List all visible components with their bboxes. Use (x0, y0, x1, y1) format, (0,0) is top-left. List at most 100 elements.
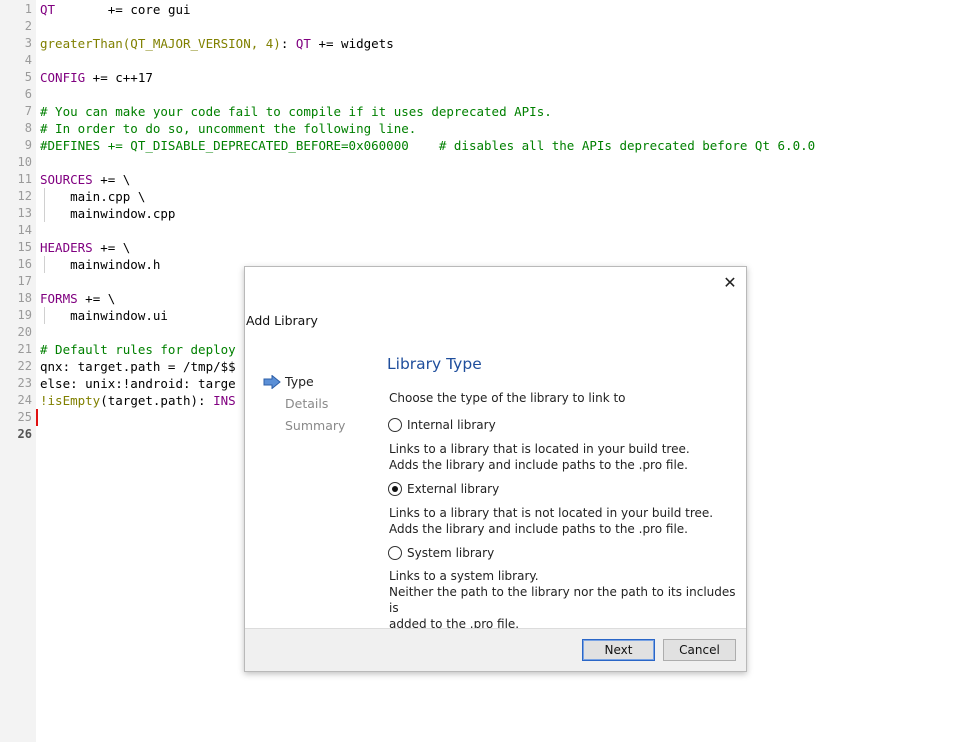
radio-indicator[interactable] (388, 482, 402, 496)
code-line[interactable]: 12 main.cpp \ (0, 188, 973, 205)
page-title: Library Type (387, 355, 482, 373)
code-line[interactable]: 13 mainwindow.cpp (0, 205, 973, 222)
step-summary: Summary (263, 415, 345, 437)
code-text: mainwindow.h (40, 256, 160, 273)
description-line: Adds the library and include paths to th… (389, 458, 688, 472)
code-text: mainwindow.cpp (40, 205, 175, 222)
code-token: CONFIG (40, 70, 86, 85)
code-line[interactable]: 3 greaterThan(QT_MAJOR_VERSION, 4): QT +=… (0, 35, 973, 52)
radio-label[interactable]: System library (407, 544, 494, 562)
line-number: 15 (17, 240, 32, 254)
dialog-footer: Next Cancel (245, 628, 746, 671)
description-line: Links to a library that is not located i… (389, 506, 714, 520)
description-line: Neither the path to the library nor the … (389, 585, 736, 615)
line-number: 25 (17, 410, 32, 424)
description-line: Links to a library that is located in yo… (389, 442, 690, 456)
code-line[interactable]: 6 (0, 86, 973, 103)
cancel-button[interactable]: Cancel (663, 639, 736, 661)
code-token: mainwindow.ui (40, 308, 168, 323)
line-number: 19 (17, 308, 32, 322)
step-type: Type (263, 371, 345, 393)
code-token: += \ (77, 291, 116, 306)
line-number: 11 (17, 172, 32, 186)
code-line[interactable]: 9 #DEFINES += QT_DISABLE_DEPRECATED_BEFOR… (0, 137, 973, 154)
code-token: # You can make your code fail to compile… (40, 104, 552, 119)
code-line[interactable]: 10 (0, 154, 973, 171)
code-text: SOURCES += \ (40, 171, 130, 188)
line-number: 26 (17, 427, 32, 441)
code-token: SOURCES (40, 172, 93, 187)
step-label: Summary (285, 418, 346, 433)
line-number: 12 (17, 189, 32, 203)
step-label: Type (285, 374, 314, 389)
code-token: qnx: target.path = /tmp/$$ (40, 359, 236, 374)
line-number: 1 (24, 2, 32, 16)
code-text: greaterThan(QT_MAJOR_VERSION, 4): QT += … (40, 35, 394, 52)
code-text: HEADERS += \ (40, 239, 130, 256)
code-token: else: unix:!android: targe (40, 376, 236, 391)
code-token: #DEFINES += QT_DISABLE_DEPRECATED_BEFORE… (40, 138, 816, 153)
code-text: # In order to do so, uncomment the follo… (40, 120, 416, 137)
code-line[interactable]: 1 QT += core gui (0, 1, 973, 18)
code-token: # Default rules for deploy (40, 342, 236, 357)
code-token: += \ (92, 240, 131, 255)
line-number: 2 (24, 19, 32, 33)
radio-indicator[interactable] (388, 546, 402, 560)
code-line[interactable]: 2 (0, 18, 973, 35)
code-token: HEADERS (40, 240, 93, 255)
internal-library-description: Links to a library that is located in yo… (389, 441, 690, 473)
radio-indicator[interactable] (388, 418, 402, 432)
close-icon[interactable]: ✕ (720, 273, 740, 293)
code-token: += c++17 (85, 70, 153, 85)
code-token: (target.path): (100, 393, 214, 408)
code-token: += \ (92, 172, 131, 187)
radio-label[interactable]: Internal library (407, 416, 496, 434)
next-button[interactable]: Next (582, 639, 655, 661)
step-label: Details (285, 396, 329, 411)
code-token: += widgets (310, 36, 394, 51)
code-line[interactable]: 15 HEADERS += \ (0, 239, 973, 256)
line-number: 20 (17, 325, 32, 339)
dialog-title: Add Library (246, 313, 318, 328)
radio-label[interactable]: External library (407, 480, 499, 498)
line-number: 24 (17, 393, 32, 407)
step-details: Details (263, 393, 345, 415)
code-text: qnx: target.path = /tmp/$$ (40, 358, 236, 375)
line-number: 14 (17, 223, 32, 237)
line-number: 3 (24, 36, 32, 50)
code-text: #DEFINES += QT_DISABLE_DEPRECATED_BEFORE… (40, 137, 815, 154)
code-line[interactable]: 4 (0, 52, 973, 69)
code-token: += core gui (55, 2, 191, 17)
code-text: # Default rules for deploy (40, 341, 236, 358)
system-library-description: Links to a system library. Neither the p… (389, 568, 746, 632)
code-token: FORMS (40, 291, 78, 306)
code-token: QT (295, 36, 311, 51)
code-text: # You can make your code fail to compile… (40, 103, 552, 120)
code-line[interactable]: 8 # In order to do so, uncomment the foll… (0, 120, 973, 137)
line-number: 7 (24, 104, 32, 118)
line-number: 13 (17, 206, 32, 220)
external-library-description: Links to a library that is not located i… (389, 505, 713, 537)
line-number: 8 (24, 121, 32, 135)
line-number: 22 (17, 359, 32, 373)
line-number: 10 (17, 155, 32, 169)
code-text: FORMS += \ (40, 290, 115, 307)
code-line[interactable]: 11 SOURCES += \ (0, 171, 973, 188)
current-step-arrow-icon (263, 375, 281, 389)
code-token: main.cpp \ (40, 189, 146, 204)
code-line[interactable]: 14 (0, 222, 973, 239)
description-line: Links to a system library. (389, 569, 539, 583)
code-text: !isEmpty(target.path): INS (40, 392, 236, 409)
code-text: else: unix:!android: targe (40, 375, 236, 392)
code-token: mainwindow.cpp (40, 206, 176, 221)
code-text: mainwindow.ui (40, 307, 168, 324)
text-cursor (36, 409, 38, 426)
code-line[interactable]: 5 CONFIG += c++17 (0, 69, 973, 86)
code-token: greaterThan(QT_MAJOR_VERSION, 4) (40, 36, 281, 51)
code-text: QT += core gui (40, 1, 191, 18)
code-token: !isEmpty (40, 393, 101, 408)
code-line[interactable]: 7 # You can make your code fail to compil… (0, 103, 973, 120)
wizard-steps: Type Details Summary (263, 371, 345, 437)
code-token: mainwindow.h (40, 257, 161, 272)
code-token: INS (213, 393, 236, 408)
